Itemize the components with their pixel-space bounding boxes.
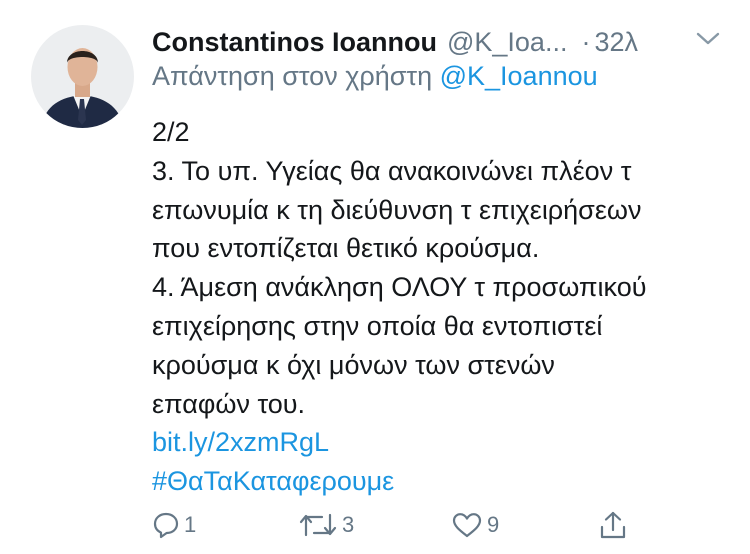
reply-button[interactable]: 1 (152, 505, 196, 545)
avatar-image (31, 25, 134, 128)
reply-context: Απάντηση στον χρήστη @K_Ioannou (152, 61, 598, 92)
retweet-button[interactable]: 3 (298, 505, 354, 545)
author-name[interactable]: Constantinos Ioannou (152, 27, 437, 58)
tweet[interactable]: Constantinos Ioannou @K_Ioa... · 32λ Απά… (0, 0, 750, 554)
tweet-text-line: επωνυμία κ τη διεύθυνση τ επιχειρήσεων (152, 194, 642, 225)
hashtag-link[interactable]: #ΘαΤαΚαταφερουμε (152, 462, 742, 501)
tweet-text-line: 4. Άμεση ανάκληση ΟΛΟΥ τ προσωπικού (152, 272, 647, 303)
tweet-text-line: 2/2 (152, 117, 190, 147)
author-handle[interactable]: @K_Ioa... (447, 27, 567, 58)
retweet-count: 3 (342, 512, 355, 537)
share-button[interactable] (598, 505, 628, 545)
like-icon (452, 513, 482, 538)
like-button[interactable]: 9 (451, 505, 499, 545)
tweet-actions: 1 3 9 (152, 505, 742, 545)
short-link[interactable]: bit.ly/2xzmRgL (152, 423, 742, 462)
avatar[interactable] (31, 25, 134, 128)
share-icon (600, 511, 626, 539)
reply-prefix: Απάντηση στον χρήστη (152, 61, 433, 91)
reply-mention-link[interactable]: @K_Ioannou (440, 61, 598, 91)
reply-count: 1 (184, 512, 197, 537)
tweet-header: Constantinos Ioannou @K_Ioa... · 32λ (152, 24, 742, 60)
retweet-icon (299, 513, 337, 537)
chevron-down-icon[interactable] (695, 28, 721, 50)
timestamp[interactable]: 32λ (594, 27, 638, 58)
tweet-text-line: που εντοπίζεται θετικό κρούσμα. (152, 233, 540, 264)
tweet-text-line: κρούσμα κ όχι μόνων των στενών (152, 349, 555, 380)
tweet-text-line: επιχείρησης στην οποία θα εντοπιστεί (152, 310, 603, 341)
like-count: 9 (487, 512, 500, 537)
separator-dot: · (581, 26, 591, 57)
reply-icon (153, 512, 179, 539)
tweet-text: 2/2 3. Το υπ. Υγείας θα ανακοινώνει πλέο… (152, 113, 742, 501)
tweet-text-line: 3. Το υπ. Υγείας θα ανακοινώνει πλέον τ (152, 155, 632, 186)
tweet-text-line: επαφών του. (152, 388, 306, 419)
